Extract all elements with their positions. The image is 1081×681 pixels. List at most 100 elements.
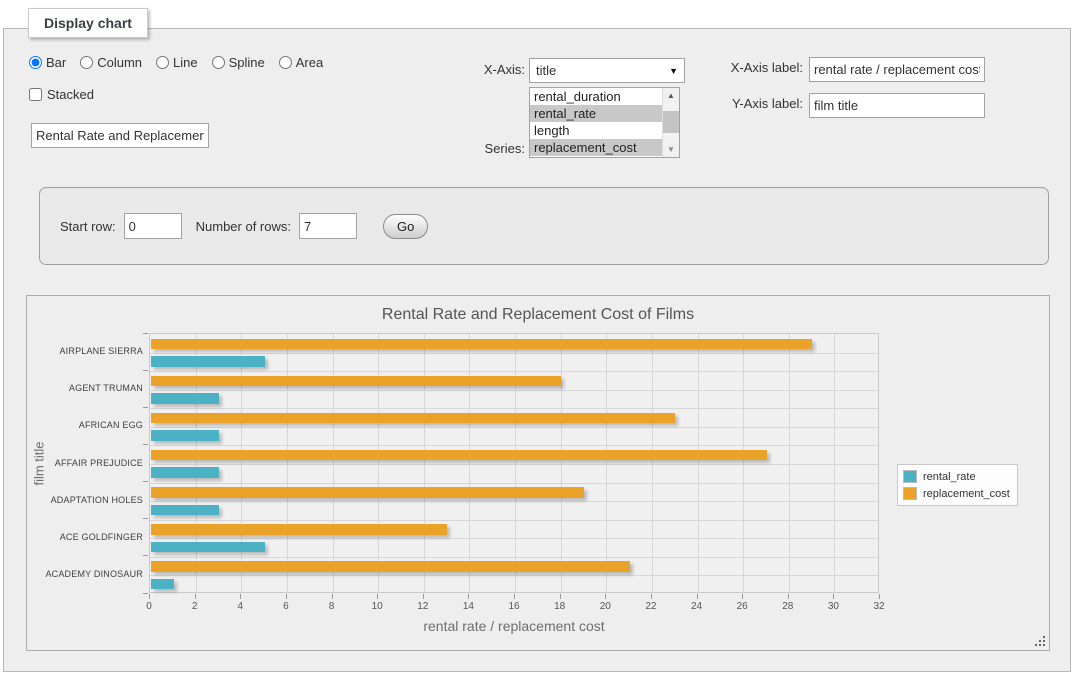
x-tick-label: 20 <box>590 601 620 612</box>
x-tick-mark <box>742 594 743 599</box>
scrollbar-thumb[interactable] <box>663 111 679 133</box>
radio-spline[interactable]: Spline <box>212 55 265 70</box>
row-range-panel: Start row: Number of rows: Go <box>39 187 1049 265</box>
bar-replacement_cost <box>151 561 630 572</box>
fieldset-legend: Display chart <box>28 8 148 38</box>
x-tick-mark <box>423 594 424 599</box>
x-tick-mark <box>240 594 241 599</box>
series-option[interactable]: rental_rate <box>530 105 662 122</box>
x-tick-label: 18 <box>545 601 575 612</box>
y-tick-label: AIRPLANE SIERRA <box>29 346 143 356</box>
series-option[interactable]: replacement_cost <box>530 139 662 156</box>
chart-title-input[interactable] <box>31 123 209 148</box>
gridline-horizontal <box>150 464 878 465</box>
x-tick-label: 16 <box>499 601 529 612</box>
gridline-horizontal <box>150 371 878 372</box>
series-listbox[interactable]: rental_durationrental_ratelengthreplacem… <box>529 87 680 158</box>
y-tick-mark <box>143 370 148 371</box>
y-axis-label-input[interactable] <box>809 93 985 118</box>
radio-bar[interactable]: Bar <box>29 55 66 70</box>
x-tick-label: 32 <box>864 601 894 612</box>
resize-grip-icon[interactable] <box>1034 635 1046 647</box>
radio-area[interactable]: Area <box>279 55 323 70</box>
y-tick-mark <box>143 444 148 445</box>
x-tick-label: 8 <box>317 601 347 612</box>
bar-rental_rate <box>151 430 219 441</box>
series-option[interactable]: rental_duration <box>530 88 662 105</box>
y-tick-mark <box>143 518 148 519</box>
gridline-horizontal <box>150 557 878 558</box>
gridline-horizontal <box>150 575 878 576</box>
radio-line-input[interactable] <box>156 56 169 69</box>
gridline-vertical <box>378 334 379 592</box>
radio-area-input[interactable] <box>279 56 292 69</box>
chart-legend: rental_ratereplacement_cost <box>897 464 1018 506</box>
num-rows-input[interactable] <box>299 213 357 239</box>
gridline-horizontal <box>150 501 878 502</box>
series-options: rental_durationrental_ratelengthreplacem… <box>530 88 662 157</box>
x-tick-mark <box>560 594 561 599</box>
x-tick-label: 2 <box>180 601 210 612</box>
y-tick-label: AFFAIR PREJUDICE <box>29 458 143 468</box>
x-tick-mark <box>605 594 606 599</box>
start-row-input[interactable] <box>124 213 182 239</box>
bar-replacement_cost <box>151 487 584 498</box>
stacked-checkbox-row: Stacked <box>29 87 94 102</box>
legend-swatch-rental_rate <box>903 470 917 483</box>
stacked-checkbox[interactable] <box>29 88 42 101</box>
stacked-label[interactable]: Stacked <box>47 87 94 102</box>
chart-container: Rental Rate and Replacement Cost of Film… <box>26 295 1050 651</box>
legend-row: rental_rate <box>903 470 1010 483</box>
x-axis-label-label: X-Axis label: <box>663 60 803 75</box>
x-tick-mark <box>195 594 196 599</box>
bar-rental_rate <box>151 356 265 367</box>
gridline-horizontal <box>150 538 878 539</box>
y-tick-mark <box>143 593 148 594</box>
radio-column[interactable]: Column <box>80 55 142 70</box>
gridline-vertical <box>561 334 562 592</box>
bar-replacement_cost <box>151 524 447 535</box>
gridline-vertical <box>241 334 242 592</box>
x-axis-select-label: X-Axis: <box>425 62 525 77</box>
gridline-vertical <box>743 334 744 592</box>
gridline-vertical <box>698 334 699 592</box>
x-tick-label: 6 <box>271 601 301 612</box>
y-tick-mark <box>143 407 148 408</box>
y-axis-label-label: Y-Axis label: <box>663 96 803 111</box>
radio-bar-input[interactable] <box>29 56 42 69</box>
bar-rental_rate <box>151 467 219 478</box>
go-button[interactable]: Go <box>383 214 428 239</box>
chart-type-radio-group: Bar Column Line Spline Area <box>29 55 333 70</box>
gridline-horizontal <box>150 520 878 521</box>
x-tick-mark <box>788 594 789 599</box>
x-tick-mark <box>377 594 378 599</box>
gridline-horizontal <box>150 483 878 484</box>
x-tick-label: 26 <box>727 601 757 612</box>
chart-title: Rental Rate and Replacement Cost of Film… <box>27 306 1049 324</box>
y-tick-label: ACADEMY DINOSAUR <box>29 569 143 579</box>
x-tick-mark <box>514 594 515 599</box>
bar-rental_rate <box>151 579 174 590</box>
gridline-vertical <box>834 334 835 592</box>
x-tick-mark <box>833 594 834 599</box>
x-axis-label-input[interactable] <box>809 57 985 82</box>
legend-label: rental_rate <box>923 471 976 483</box>
page: Display chart Bar Column Line Spline Are… <box>0 0 1081 681</box>
x-tick-mark <box>697 594 698 599</box>
x-tick-label: 14 <box>453 601 483 612</box>
bar-replacement_cost <box>151 339 812 350</box>
radio-spline-input[interactable] <box>212 56 225 69</box>
x-tick-mark <box>879 594 880 599</box>
scroll-down-icon[interactable]: ▼ <box>663 142 679 157</box>
series-option[interactable]: length <box>530 122 662 139</box>
x-tick-mark <box>651 594 652 599</box>
radio-column-input[interactable] <box>80 56 93 69</box>
y-tick-label: ADAPTATION HOLES <box>29 495 143 505</box>
radio-line[interactable]: Line <box>156 55 198 70</box>
gridline-vertical <box>469 334 470 592</box>
gridline-vertical <box>333 334 334 592</box>
x-tick-label: 12 <box>408 601 438 612</box>
x-axis-select[interactable]: title ▼ <box>529 58 685 83</box>
gridline-vertical <box>424 334 425 592</box>
y-tick-label: AGENT TRUMAN <box>29 383 143 393</box>
